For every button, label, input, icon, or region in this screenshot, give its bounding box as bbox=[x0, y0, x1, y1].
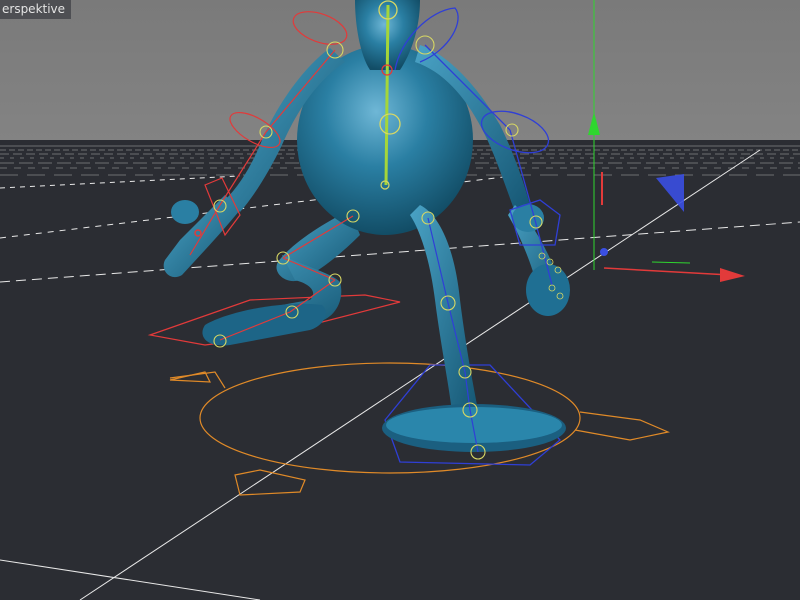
spine-bone bbox=[384, 4, 390, 186]
viewport-scene bbox=[0, 0, 800, 600]
viewport-view-label[interactable]: erspektive bbox=[0, 0, 72, 19]
axis-origin-point[interactable] bbox=[600, 248, 608, 256]
3d-viewport[interactable]: erspektive bbox=[0, 0, 800, 600]
left-hand[interactable] bbox=[171, 200, 199, 224]
